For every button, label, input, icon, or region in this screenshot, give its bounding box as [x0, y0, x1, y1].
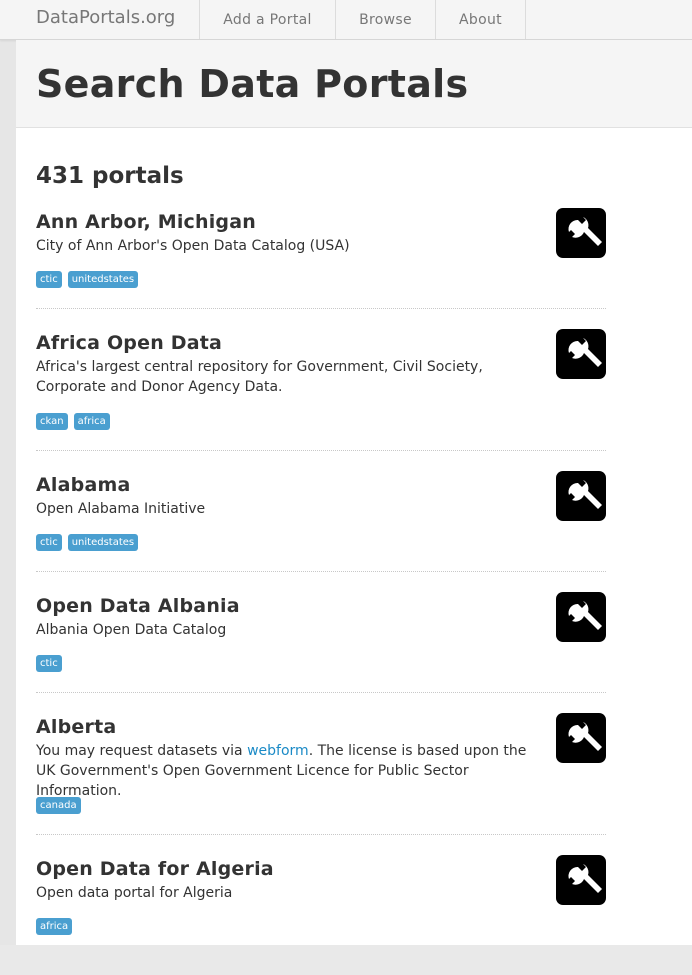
tag[interactable]: ckan [36, 413, 68, 430]
portal-title[interactable]: Ann Arbor, Michigan [36, 208, 606, 236]
tag-list: canada [36, 797, 81, 814]
portal-title[interactable]: Alberta [36, 713, 606, 741]
wrench-icon[interactable] [556, 713, 606, 763]
tag-list: ctic unitedstates [36, 271, 139, 288]
tag[interactable]: canada [36, 797, 81, 814]
portal-item: Open Data Albania Albania Open Data Cata… [36, 592, 606, 693]
description-text: You may request datasets via [36, 743, 248, 759]
portal-item: Open Data for Algeria Open data portal f… [36, 855, 606, 955]
nav-browse[interactable]: Browse [335, 0, 435, 39]
portal-title[interactable]: Alabama [36, 471, 606, 499]
tag[interactable]: ctic [36, 655, 62, 672]
tag[interactable]: ctic [36, 271, 62, 288]
nav-about[interactable]: About [435, 0, 526, 39]
portal-item: Alberta You may request datasets via web… [36, 713, 606, 835]
portal-description: Open Alabama Initiative [36, 501, 206, 517]
tag[interactable]: africa [36, 918, 73, 935]
tag[interactable]: africa [73, 413, 110, 430]
page-title: Search Data Portals [36, 62, 469, 106]
portal-title[interactable]: Africa Open Data [36, 329, 606, 357]
nav-add-portal[interactable]: Add a Portal [199, 0, 335, 39]
brand-link[interactable]: DataPortals.org [36, 0, 175, 39]
wrench-icon[interactable] [556, 471, 606, 521]
main-nav: Add a Portal Browse About [199, 0, 526, 39]
tag[interactable]: ctic [36, 534, 62, 551]
portal-description: Albania Open Data Catalog [36, 622, 227, 638]
tag-list: ctic [36, 655, 62, 672]
portal-description: City of Ann Arbor's Open Data Catalog (U… [36, 238, 350, 254]
portal-item: Alabama Open Alabama Initiative ctic uni… [36, 471, 606, 572]
tag[interactable]: unitedstates [67, 534, 139, 551]
portal-description: Africa's largest central repository for … [36, 359, 483, 395]
tag-list: africa [36, 918, 73, 935]
tag[interactable]: unitedstates [67, 271, 139, 288]
portal-description: Open data portal for Algeria [36, 885, 233, 901]
portal-title[interactable]: Open Data Albania [36, 592, 606, 620]
portal-title[interactable]: Open Data for Algeria [36, 855, 606, 883]
portal-list: Ann Arbor, Michigan City of Ann Arbor's … [36, 208, 606, 975]
portal-item: Africa Open Data Africa's largest centra… [36, 329, 606, 451]
portal-item: Ann Arbor, Michigan City of Ann Arbor's … [36, 208, 606, 309]
results-area: 431 portals Ann Arbor, Michigan City of … [16, 128, 692, 945]
tag-list: ckan africa [36, 413, 110, 430]
webform-link[interactable]: webform [247, 743, 309, 759]
tag-list: ctic unitedstates [36, 534, 139, 551]
left-strip [0, 40, 16, 945]
wrench-icon[interactable] [556, 592, 606, 642]
results-count: 431 portals [36, 163, 184, 189]
top-navbar: DataPortals.org Add a Portal Browse Abou… [0, 0, 692, 40]
wrench-icon[interactable] [556, 208, 606, 258]
wrench-icon[interactable] [556, 855, 606, 905]
page-header: Search Data Portals [16, 40, 692, 128]
wrench-icon[interactable] [556, 329, 606, 379]
portal-description: You may request datasets via webform. Th… [36, 741, 536, 801]
